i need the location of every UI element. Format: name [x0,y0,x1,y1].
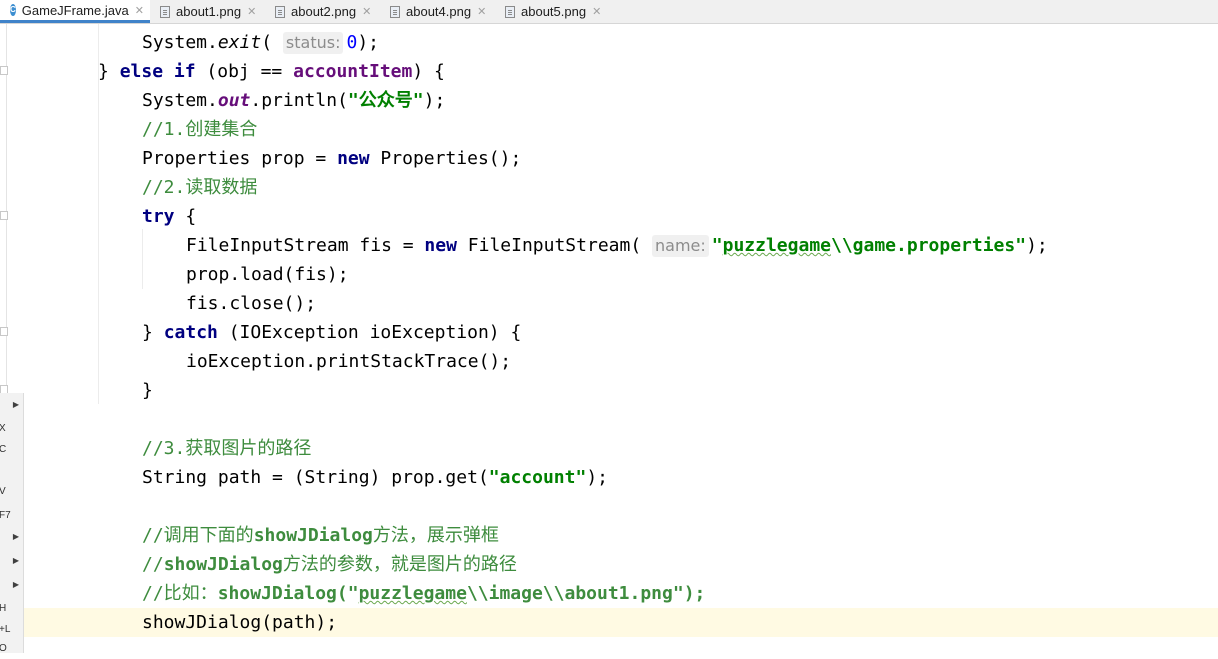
code-line[interactable]: fis.close(); [24,289,1218,318]
code-line[interactable]: //1.创建集合 [24,115,1218,144]
chevron-right-icon: ▶ [12,532,19,541]
tab-label: about5.png [521,4,587,19]
menu-row[interactable]: V [0,482,23,502]
code-line[interactable]: ioException.printStackTrace(); [24,347,1218,376]
code-line[interactable]: System.exit( status: 0); [24,28,1218,57]
image-file-icon [275,5,285,18]
menu-row[interactable]: ▶ [0,551,23,571]
tab-about5-png[interactable]: about5.png ✕ [495,0,610,23]
fold-marker-icon[interactable] [0,327,8,336]
close-icon[interactable]: ✕ [477,5,486,18]
code-line[interactable]: try { [24,202,1218,231]
parameter-hint: status: [282,32,344,54]
fold-marker-icon[interactable] [0,66,8,75]
menu-row[interactable]: ▶ [0,575,23,595]
code-line[interactable]: Properties prop = new Properties(); [24,144,1218,173]
tab-about4-png[interactable]: about4.png ✕ [380,0,495,23]
code-line[interactable]: //2.读取数据 [24,173,1218,202]
menu-row[interactable]: X [0,419,23,439]
close-icon[interactable]: ✕ [592,5,601,18]
code-line[interactable]: FileInputStream fis = new FileInputStrea… [24,231,1218,260]
menu-row[interactable]: C [0,440,23,460]
code-line[interactable]: //调用下面的showJDialog方法，展示弹框 [24,521,1218,550]
fold-marker-icon[interactable] [0,211,8,220]
tab-about2-png[interactable]: about2.png ✕ [265,0,380,23]
code-line[interactable]: //showJDialog方法的参数，就是图片的路径 [24,550,1218,579]
menu-row[interactable]: +L [0,620,23,640]
code-line[interactable]: String path = (String) prop.get("account… [24,463,1218,492]
code-editor[interactable]: System.exit( status: 0); } else if (obj =… [24,24,1218,653]
side-context-panel: ▶ X C V F7 ▶ ▶ ▶ H +L O [0,393,24,654]
tab-label: about4.png [406,4,472,19]
image-file-icon [505,5,515,18]
close-icon[interactable]: ✕ [135,4,144,17]
tab-label: GameJFrame.java [21,2,129,18]
code-line[interactable]: System.out.println("公众号"); [24,86,1218,115]
image-file-icon [160,5,170,18]
code-line[interactable] [24,405,1218,434]
code-line[interactable]: } [24,376,1218,405]
code-line[interactable]: //比如：showJDialog("puzzlegame\\image\\abo… [24,579,1218,608]
java-class-icon: C [10,4,16,16]
editor-tab-bar: C GameJFrame.java ✕ about1.png ✕ about2.… [0,0,1218,24]
menu-row[interactable]: ▶ [0,395,23,415]
tab-label: about1.png [176,4,242,19]
menu-row[interactable]: ▶ [0,527,23,547]
menu-row[interactable]: O [0,639,23,659]
close-icon[interactable]: ✕ [362,5,371,18]
tab-about1-png[interactable]: about1.png ✕ [150,0,265,23]
code-line[interactable] [24,492,1218,521]
image-file-icon [390,5,400,18]
code-line[interactable]: } else if (obj == accountItem) { [24,57,1218,86]
code-line[interactable]: } catch (IOException ioException) { [24,318,1218,347]
tab-label: about2.png [291,4,357,19]
chevron-right-icon: ▶ [12,580,19,589]
gutter-divider [6,24,7,394]
code-line[interactable]: //3.获取图片的路径 [24,434,1218,463]
code-line-current[interactable]: showJDialog(path); [24,608,1218,637]
menu-row[interactable]: F7 [0,506,23,526]
menu-row[interactable]: H [0,599,23,619]
tab-gamejframe-java[interactable]: C GameJFrame.java ✕ [0,0,150,23]
chevron-right-icon: ▶ [12,556,19,565]
parameter-hint: name: [652,235,709,257]
close-icon[interactable]: ✕ [247,5,256,18]
chevron-right-icon: ▶ [12,400,19,409]
code-line[interactable]: prop.load(fis); [24,260,1218,289]
